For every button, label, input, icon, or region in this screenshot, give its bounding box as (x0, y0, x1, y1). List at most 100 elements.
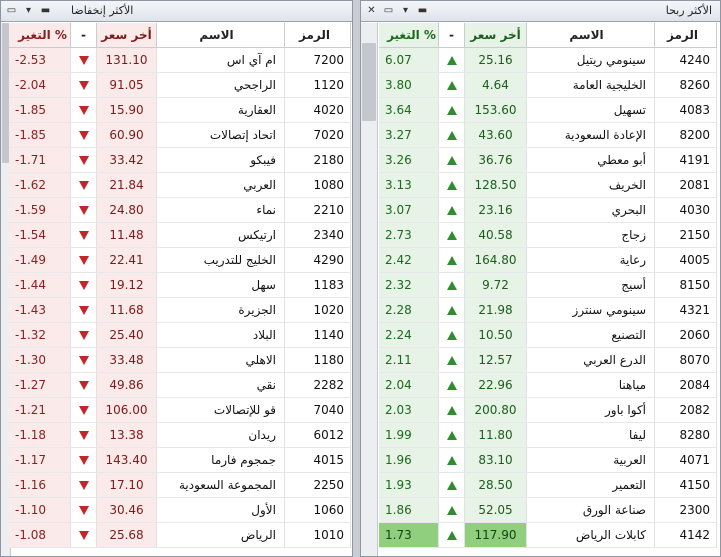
symbol-cell: 1183 (285, 273, 351, 298)
price-cell: 25.68 (97, 523, 157, 548)
arrow-down-icon (78, 381, 89, 390)
header-change[interactable]: التغير % (379, 23, 439, 48)
table-row[interactable]: -1.08 25.68 الرياض 1010 (9, 523, 351, 548)
gainers-scroll-thumb[interactable] (362, 43, 376, 121)
header-price[interactable]: أخر سعر (97, 23, 157, 48)
dropdown-icon[interactable]: ▾ (399, 4, 412, 17)
arrow-down-icon (78, 156, 89, 165)
arrow-down-icon (71, 473, 97, 498)
table-row[interactable]: -1.44 19.12 سهل 1183 (9, 273, 351, 298)
table-row[interactable]: -1.62 21.84 العربي 1080 (9, 173, 351, 198)
header-name[interactable]: الاسم (157, 23, 285, 48)
table-row[interactable]: 1.93 28.50 التعمير 4150 (379, 473, 717, 498)
table-row[interactable]: -1.10 30.46 الأول 1060 (9, 498, 351, 523)
table-row[interactable]: 1.96 83.10 العربية 4071 (379, 448, 717, 473)
arrow-down-icon (78, 56, 89, 65)
symbol-cell: 8070 (655, 348, 717, 373)
dropdown-icon[interactable]: ▾ (22, 4, 35, 17)
table-row[interactable]: 2.24 10.50 التصنيع 2060 (379, 323, 717, 348)
gainers-titlebar[interactable]: ✕ ▭ ▾ ▬ الأكثر ربحا (361, 1, 720, 22)
restore-icon[interactable]: ▭ (5, 4, 18, 17)
table-row[interactable]: 6.07 25.16 سينومي ريتيل 4240 (379, 48, 717, 73)
table-row[interactable]: -1.85 15.90 العقارية 4020 (9, 98, 351, 123)
table-row[interactable]: -1.71 33.42 فيبكو 2180 (9, 148, 351, 173)
arrow-up-icon (439, 298, 465, 323)
table-row[interactable]: 3.13 128.50 الخريف 2081 (379, 173, 717, 198)
losers-scroll-thumb[interactable] (2, 23, 9, 163)
table-row[interactable]: -2.04 91.05 الراجحي 1120 (9, 73, 351, 98)
table-row[interactable]: -1.27 49.86 نقي 2282 (9, 373, 351, 398)
arrow-up-icon (439, 498, 465, 523)
table-row[interactable]: 1.99 11.80 ليفا 8280 (379, 423, 717, 448)
close-icon[interactable]: ✕ (365, 4, 378, 17)
arrow-up-icon (439, 198, 465, 223)
header-arrow[interactable]: - (71, 23, 97, 48)
restore-icon[interactable]: ▭ (382, 4, 395, 17)
table-row[interactable]: -1.85 60.90 اتحاد إتصالات 7020 (9, 123, 351, 148)
table-row[interactable]: 2.28 21.98 سينومي سنترز 4321 (379, 298, 717, 323)
table-row[interactable]: -1.18 13.38 ريدان 6012 (9, 423, 351, 448)
change-cell: -1.44 (9, 273, 71, 298)
symbol-cell: 1020 (285, 298, 351, 323)
table-row[interactable]: 2.42 164.80 رعاية 4005 (379, 248, 717, 273)
table-row[interactable]: -2.53 131.10 ام آي اس 7200 (9, 48, 351, 73)
price-cell: 60.90 (97, 123, 157, 148)
arrow-down-icon (71, 48, 97, 73)
symbol-cell: 4290 (285, 248, 351, 273)
table-row[interactable]: 2.11 12.57 الدرع العربي 8070 (379, 348, 717, 373)
table-row[interactable]: 2.73 40.58 زجاج 2150 (379, 223, 717, 248)
minimize-icon[interactable]: ▬ (416, 4, 429, 17)
table-row[interactable]: -1.43 11.68 الجزيرة 1020 (9, 298, 351, 323)
table-row[interactable]: -1.17 143.40 جمجوم فارما 4015 (9, 448, 351, 473)
gainers-scrollbar[interactable] (361, 23, 378, 556)
symbol-cell: 8280 (655, 423, 717, 448)
price-cell: 131.10 (97, 48, 157, 73)
table-row[interactable]: 3.07 23.16 البحري 4030 (379, 198, 717, 223)
arrow-up-icon (446, 56, 457, 65)
header-symbol[interactable]: الرمز (285, 23, 351, 48)
table-row[interactable]: -1.21 106.00 قو للإتصالات 7040 (9, 398, 351, 423)
price-cell: 15.90 (97, 98, 157, 123)
price-cell: 43.60 (465, 123, 527, 148)
table-row[interactable]: 2.03 200.80 أكوا باور 2082 (379, 398, 717, 423)
header-name[interactable]: الاسم (527, 23, 655, 48)
table-row[interactable]: -1.59 24.80 نماء 2210 (9, 198, 351, 223)
table-row[interactable]: -1.32 25.40 البلاد 1140 (9, 323, 351, 348)
table-row[interactable]: 3.64 153.60 تسهيل 4083 (379, 98, 717, 123)
arrow-up-icon (439, 348, 465, 373)
table-row[interactable]: 3.26 36.76 أبو معطي 4191 (379, 148, 717, 173)
price-cell: 164.80 (465, 248, 527, 273)
table-row[interactable]: -1.30 33.48 الاهلي 1180 (9, 348, 351, 373)
header-arrow[interactable]: - (439, 23, 465, 48)
symbol-cell: 2180 (285, 148, 351, 173)
name-cell: ليفا (527, 423, 655, 448)
change-cell: 2.42 (379, 248, 439, 273)
table-row[interactable]: 3.80 4.64 الخليجية العامة 8260 (379, 73, 717, 98)
table-row[interactable]: -1.54 11.48 ارتيكس 2340 (9, 223, 351, 248)
table-row[interactable]: 1.86 52.05 صناعة الورق 2300 (379, 498, 717, 523)
losers-titlebar[interactable]: ▭ ▾ ▬ الأكثر إنخفاضا (1, 1, 352, 22)
minimize-icon[interactable]: ▬ (39, 4, 52, 17)
price-cell: 91.05 (97, 73, 157, 98)
table-row[interactable]: 2.04 22.96 مياهنا 2084 (379, 373, 717, 398)
top-gainers-panel: ✕ ▭ ▾ ▬ الأكثر ربحا التغير % - أخر سعر ا… (360, 0, 721, 557)
arrow-up-icon (446, 406, 457, 415)
arrow-up-icon (439, 223, 465, 248)
arrow-down-icon (71, 448, 97, 473)
change-cell: 3.13 (379, 173, 439, 198)
table-row[interactable]: 3.27 43.60 الإعادة السعودية 8200 (379, 123, 717, 148)
arrow-up-icon (446, 306, 457, 315)
change-cell: -1.49 (9, 248, 71, 273)
header-change[interactable]: التغير % (9, 23, 71, 48)
symbol-cell: 4005 (655, 248, 717, 273)
table-row[interactable]: 1.73 117.90 كابلات الرياض 4142 (379, 523, 717, 548)
price-cell: 28.50 (465, 473, 527, 498)
table-row[interactable]: -1.49 22.41 الخليج للتدريب 4290 (9, 248, 351, 273)
table-row[interactable]: 2.32 9.72 أسيج 8150 (379, 273, 717, 298)
name-cell: الخريف (527, 173, 655, 198)
symbol-cell: 1180 (285, 348, 351, 373)
header-symbol[interactable]: الرمز (655, 23, 717, 48)
table-row[interactable]: -1.16 17.10 المجموعة السعودية 2250 (9, 473, 351, 498)
header-price[interactable]: أخر سعر (465, 23, 527, 48)
change-cell: 1.93 (379, 473, 439, 498)
